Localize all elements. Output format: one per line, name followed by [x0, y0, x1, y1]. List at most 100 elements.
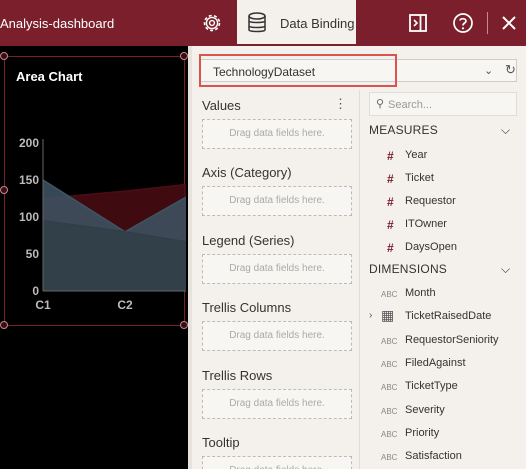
well-drop-zone[interactable]: Drag data fields here.	[202, 119, 352, 149]
close-icon	[502, 16, 516, 30]
settings-button[interactable]	[198, 9, 226, 37]
well-drop-zone[interactable]: Drag data fields here.	[202, 456, 352, 469]
chevron-down-icon: ⌄	[484, 65, 494, 77]
field-name: Requestor	[405, 195, 456, 207]
measure-field[interactable]: # Ticket	[361, 169, 526, 189]
dimension-field[interactable]: ABC Priority	[361, 424, 526, 444]
more-options-icon[interactable]: ⋮	[334, 96, 347, 112]
field-name: Year	[405, 149, 428, 161]
panel-toggle-icon	[409, 14, 427, 32]
well-drop-zone[interactable]: Drag data fields here.	[202, 389, 352, 419]
measure-icon: #	[387, 195, 394, 209]
well-drop-zone[interactable]: Drag data fields here.	[202, 254, 352, 284]
field-name: Month	[405, 287, 436, 299]
y-tick-label: 150	[19, 173, 39, 187]
dimension-field[interactable]: ABC RequestorSeniority	[361, 331, 526, 351]
data-binding-panel: TechnologyDataset ⌄ ↻ ⋮ Values Drag data …	[192, 46, 526, 469]
area-chart-widget[interactable]: Area Chart 200 150 100 50 0 C1 C2	[4, 56, 186, 326]
top-bar: Analysis-dashboard Data Binding	[0, 0, 526, 46]
area-chart-plot: 200 150 100 50 0C1 C2	[19, 136, 186, 312]
x-tick-label: C2	[117, 298, 133, 312]
dashboard-title: Analysis-dashboard	[0, 16, 115, 31]
close-button[interactable]	[497, 11, 521, 35]
y-tick-label: 50	[26, 247, 40, 261]
field-name: Priority	[405, 426, 440, 439]
dimension-field[interactable]: ABC Satisfaction	[361, 447, 526, 467]
measure-field[interactable]: # Year	[361, 146, 526, 166]
y-tick-label: 100	[19, 210, 39, 224]
field-name: ITOwner	[405, 218, 447, 230]
measure-icon: #	[387, 218, 394, 232]
resize-handle-top-right[interactable]	[180, 52, 188, 60]
field-name: TicketType	[405, 380, 458, 393]
measures-header[interactable]: MEASURES	[369, 123, 438, 137]
drop-zone-placeholder: Drag data fields here.	[229, 128, 325, 139]
text-type-icon: ABC	[381, 429, 398, 439]
measure-field[interactable]: # ITOwner	[361, 215, 526, 235]
dimension-field[interactable]: ABC Severity	[361, 401, 526, 421]
field-name: RequestorSeniority	[405, 333, 499, 346]
well-label: Axis (Category)	[202, 165, 292, 180]
dataset-selected-value: TechnologyDataset	[213, 65, 316, 79]
database-icon	[248, 12, 266, 33]
resize-handle-left[interactable]	[0, 186, 8, 194]
well-drop-zone[interactable]: Drag data fields here.	[202, 186, 352, 216]
y-tick-label: 0	[32, 284, 39, 298]
field-name: Severity	[405, 403, 445, 416]
drop-zone-placeholder: Drag data fields here.	[229, 263, 325, 274]
calendar-icon: ▦	[381, 307, 395, 324]
x-tick-label: C1	[35, 298, 51, 312]
measure-field[interactable]: # Requestor	[361, 192, 526, 212]
dataset-dropdown[interactable]: TechnologyDataset ⌄ ↻	[200, 59, 517, 82]
dimensions-header[interactable]: DIMENSIONS	[369, 262, 447, 276]
dimension-field[interactable]: ABC TicketType	[361, 377, 526, 397]
drop-zone-placeholder: Drag data fields here.	[203, 465, 351, 469]
resize-handle-top-left[interactable]	[0, 52, 8, 60]
field-list: ⚲ Search... MEASURES ⌵ # Year # Ticket # Reques…	[361, 90, 526, 469]
chevron-down-icon[interactable]: ⌵	[501, 262, 510, 277]
chart-title: Area Chart	[16, 69, 83, 84]
well-label: Trellis Columns	[202, 300, 292, 315]
measure-icon: #	[387, 172, 394, 186]
search-icon: ⚲	[376, 98, 385, 110]
help-button[interactable]	[451, 11, 475, 35]
measure-field[interactable]: # DaysOpen	[361, 238, 526, 258]
dimension-field[interactable]: ABC Month	[361, 284, 526, 304]
help-icon	[453, 13, 473, 33]
well-label: Tooltip	[202, 435, 240, 450]
binding-wells: ⋮ Values Drag data fields here. Axis (Cate…	[192, 90, 360, 469]
search-placeholder: Search...	[388, 99, 433, 111]
chevron-down-icon[interactable]: ⌵	[501, 123, 510, 138]
field-name: TicketRaisedDate	[405, 310, 492, 323]
chevron-right-icon[interactable]: ›	[369, 310, 372, 321]
well-label: Trellis Rows	[202, 368, 273, 383]
text-type-icon: ABC	[381, 359, 398, 369]
well-label: Legend (Series)	[202, 233, 295, 248]
measure-icon: #	[387, 241, 394, 255]
text-type-icon: ABC	[381, 406, 398, 416]
resize-handle-bottom-left[interactable]	[0, 321, 8, 329]
drop-zone-placeholder: Drag data fields here.	[229, 398, 325, 409]
toggle-panel-button[interactable]	[406, 11, 430, 35]
field-search-input[interactable]: ⚲ Search...	[369, 92, 517, 116]
text-type-icon: ABC	[381, 383, 398, 393]
text-type-icon: ABC	[381, 290, 398, 299]
y-tick-label: 200	[19, 136, 39, 150]
tab-data-binding[interactable]: Data Binding	[237, 0, 356, 46]
toolbar-divider	[487, 12, 488, 34]
field-name: Ticket	[405, 172, 434, 184]
text-type-icon: ABC	[381, 336, 398, 346]
field-name: DaysOpen	[405, 241, 457, 253]
gear-icon	[203, 14, 221, 32]
tab-label: Data Binding	[280, 16, 355, 31]
resize-handle-bottom-right[interactable]	[180, 321, 188, 329]
field-name: FiledAgainst	[405, 356, 466, 369]
refresh-icon[interactable]: ↻	[505, 62, 516, 78]
dimension-field[interactable]: ABC FiledAgainst	[361, 354, 526, 374]
field-name: Satisfaction	[405, 450, 462, 463]
drop-zone-placeholder: Drag data fields here.	[229, 195, 325, 206]
drop-zone-placeholder: Drag data fields here.	[229, 330, 325, 341]
well-drop-zone[interactable]: Drag data fields here.	[202, 321, 352, 351]
measure-icon: #	[387, 149, 394, 163]
dimension-field[interactable]: › ▦ TicketRaisedDate	[361, 307, 526, 327]
